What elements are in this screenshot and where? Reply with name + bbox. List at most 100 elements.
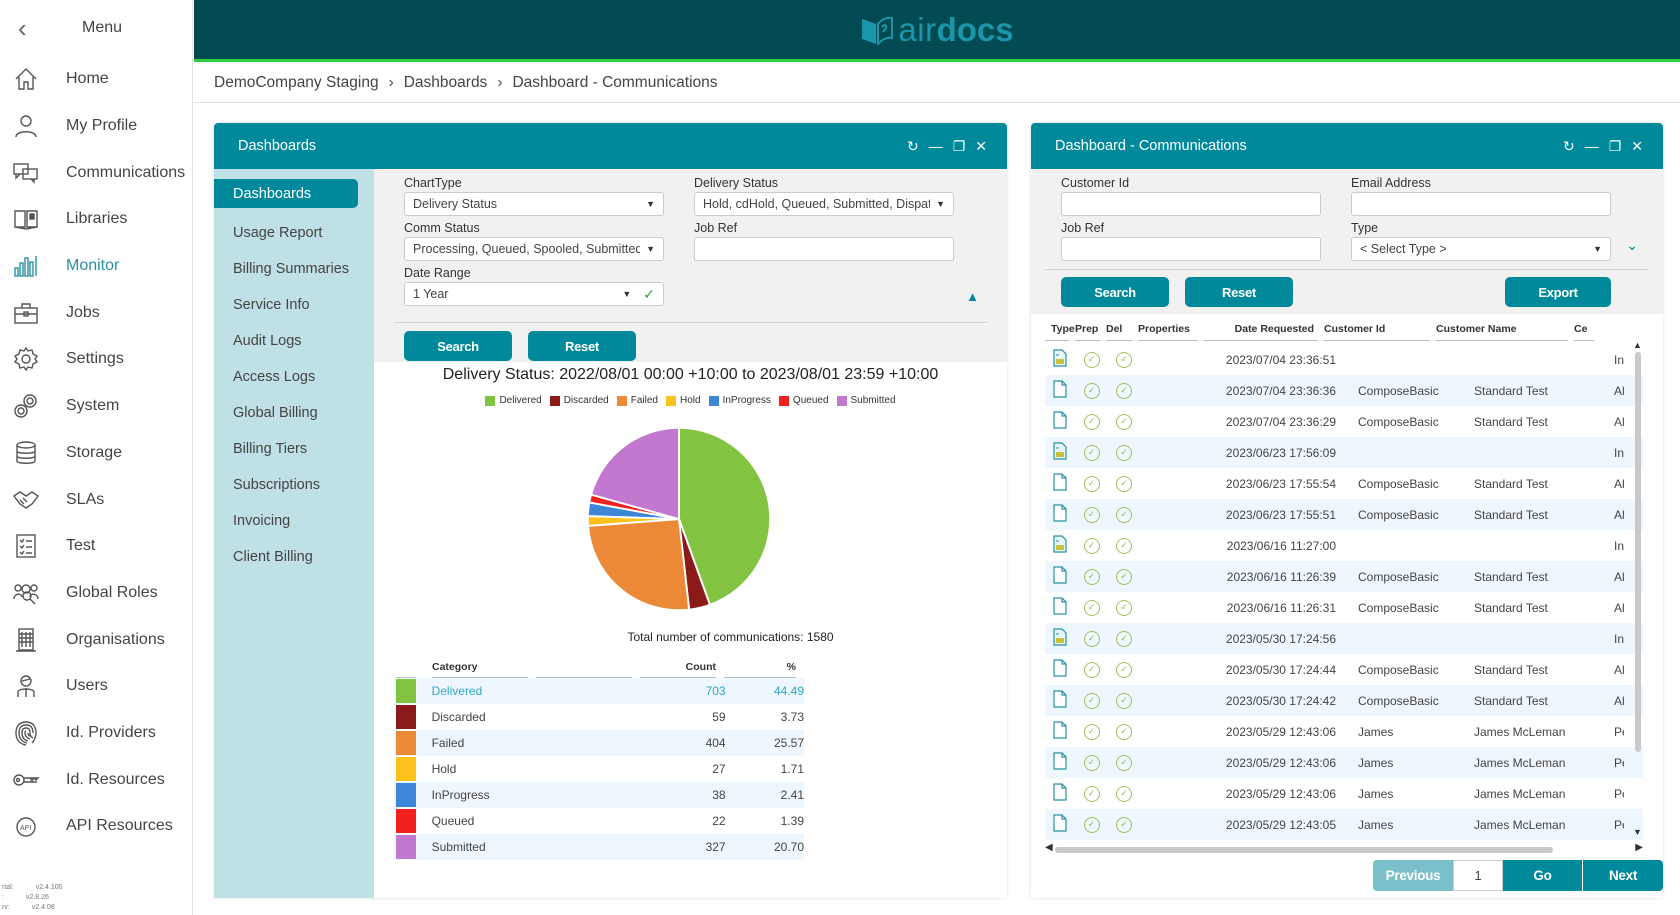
category-row[interactable]: Discarded 59 3.73 xyxy=(394,704,804,730)
legend-item-hold[interactable]: Hold xyxy=(665,395,701,406)
category-row[interactable]: Queued 22 1.39 xyxy=(394,808,804,834)
legend-item-delivered[interactable]: Delivered xyxy=(485,395,542,406)
side-item-invoicing[interactable]: Invoicing xyxy=(214,503,374,539)
nav-item-api-resources[interactable]: API API Resources xyxy=(0,803,192,850)
side-item-client-billing[interactable]: Client Billing xyxy=(214,539,374,575)
grid-row[interactable]: ✓ ✓ 2023/05/29 12:43:06 James James McLe… xyxy=(1045,716,1643,747)
category-row[interactable]: Submitted 327 20.70 xyxy=(394,834,804,860)
category-row[interactable]: InProgress 38 2.41 xyxy=(394,782,804,808)
nav-item-slas[interactable]: SLAs xyxy=(0,476,192,523)
grid-row[interactable]: ✓ ✓ 2023/06/23 17:56:09 In xyxy=(1045,437,1643,468)
delivery-status-select[interactable]: Hold, cdHold, Queued, Submitted, Dispatc… xyxy=(694,192,954,216)
side-item-global-billing[interactable]: Global Billing xyxy=(214,395,374,431)
scroll-left-icon[interactable]: ◀ xyxy=(1045,842,1053,853)
grid-row[interactable]: ✓ ✓ 2023/06/16 11:26:39 ComposeBasic Sta… xyxy=(1045,561,1643,592)
nav-item-my-profile[interactable]: My Profile xyxy=(0,103,192,150)
nav-item-home[interactable]: Home xyxy=(0,56,192,103)
category-row[interactable]: Hold 27 1.71 xyxy=(394,756,804,782)
grid-row[interactable]: ✓ ✓ 2023/05/29 12:43:06 James James McLe… xyxy=(1045,778,1643,809)
legend-item-discarded[interactable]: Discarded xyxy=(549,395,609,406)
breadcrumb-company[interactable]: DemoCompany Staging xyxy=(214,74,379,92)
nav-item-system[interactable]: System xyxy=(0,383,192,430)
grid-row[interactable]: ✓ ✓ 2023/06/16 11:26:31 ComposeBasic Sta… xyxy=(1045,592,1643,623)
grid-row[interactable]: ✓ ✓ 2023/05/30 17:24:42 ComposeBasic Sta… xyxy=(1045,685,1643,716)
grid-row[interactable]: ✓ ✓ 2023/05/29 12:43:05 James James McLe… xyxy=(1045,809,1643,840)
grid-row[interactable]: ✓ ✓ 2023/05/30 17:24:44 ComposeBasic Sta… xyxy=(1045,654,1643,685)
col-partial[interactable]: Ce xyxy=(1574,317,1594,341)
comm-status-select[interactable]: Processing, Queued, Spooled, Submitted, … xyxy=(404,237,664,261)
nav-item-communications[interactable]: Communications xyxy=(0,149,192,196)
collapse-chevron-up-icon[interactable]: ▲ xyxy=(966,289,979,304)
scroll-up-icon[interactable]: ▲ xyxy=(1633,340,1642,350)
grid-row[interactable]: ✓ ✓ 2023/07/04 23:36:36 ComposeBasic Sta… xyxy=(1045,375,1643,406)
grid-row[interactable]: ✓ ✓ 2023/05/30 17:24:56 In xyxy=(1045,623,1643,654)
col-date-requested[interactable]: Date Requested xyxy=(1204,317,1318,341)
side-item-billing-tiers[interactable]: Billing Tiers xyxy=(214,431,374,467)
col-customer-id[interactable]: Customer Id xyxy=(1324,317,1430,341)
nav-item-global-roles[interactable]: Global Roles xyxy=(0,570,192,617)
legend-item-inprogress[interactable]: InProgress xyxy=(708,395,771,406)
scroll-down-icon[interactable]: ▼ xyxy=(1633,827,1642,837)
reset-button[interactable]: Reset xyxy=(1185,277,1293,307)
nav-item-id-providers[interactable]: Id. Providers xyxy=(0,710,192,757)
job-ref-input[interactable] xyxy=(1061,237,1321,261)
horizontal-scroll-thumb[interactable] xyxy=(1055,847,1553,853)
side-item-access-logs[interactable]: Access Logs xyxy=(214,359,374,395)
nav-item-jobs[interactable]: Jobs xyxy=(0,289,192,336)
col-type[interactable]: Type xyxy=(1045,317,1075,341)
minimize-icon[interactable]: — xyxy=(1585,138,1599,154)
type-select[interactable]: < Select Type > ▼ xyxy=(1351,237,1611,261)
side-item-subscriptions[interactable]: Subscriptions xyxy=(214,467,374,503)
side-item-billing-summaries[interactable]: Billing Summaries xyxy=(214,251,374,287)
nav-item-organisations[interactable]: Organisations xyxy=(0,616,192,663)
reset-button[interactable]: Reset xyxy=(528,331,636,361)
go-button[interactable]: Go xyxy=(1503,860,1583,891)
grid-row[interactable]: ✓ ✓ 2023/06/16 11:27:00 In xyxy=(1045,530,1643,561)
legend-item-failed[interactable]: Failed xyxy=(616,395,658,406)
job-ref-input[interactable] xyxy=(694,237,954,261)
nav-item-id-resources[interactable]: Id. Resources xyxy=(0,756,192,803)
date-range-select[interactable]: 1 Year ▼ ✓ xyxy=(404,282,664,306)
search-button[interactable]: Search xyxy=(1061,277,1169,307)
refresh-icon[interactable]: ↻ xyxy=(907,138,919,155)
page-number-input[interactable]: 1 xyxy=(1453,860,1503,891)
grid-row[interactable]: ✓ ✓ 2023/06/23 17:55:54 ComposeBasic Sta… xyxy=(1045,468,1643,499)
vertical-scrollbar[interactable]: ▲ ▼ xyxy=(1633,340,1643,837)
chart-type-select[interactable]: Delivery Status ▼ xyxy=(404,192,664,216)
nav-item-libraries[interactable]: Libraries xyxy=(0,196,192,243)
minimize-icon[interactable]: — xyxy=(929,138,943,154)
customer-id-input[interactable] xyxy=(1061,192,1321,216)
category-row[interactable]: Delivered 703 44.49 xyxy=(394,678,804,704)
legend-item-submitted[interactable]: Submitted xyxy=(836,395,896,406)
nav-item-settings[interactable]: Settings xyxy=(0,336,192,383)
close-icon[interactable]: ✕ xyxy=(975,138,987,155)
email-address-input[interactable] xyxy=(1351,192,1611,216)
nav-item-monitor[interactable]: Monitor xyxy=(0,243,192,290)
grid-row[interactable]: ✓ ✓ 2023/07/04 23:36:51 In xyxy=(1045,344,1643,375)
back-chevron-icon[interactable]: ‹ xyxy=(18,13,46,44)
col-customer-name[interactable]: Customer Name xyxy=(1436,317,1568,341)
horizontal-scrollbar[interactable]: ◀ ▶ xyxy=(1045,842,1643,855)
grid-row[interactable]: ✓ ✓ 2023/05/29 12:43:06 James James McLe… xyxy=(1045,747,1643,778)
nav-item-storage[interactable]: Storage xyxy=(0,430,192,477)
expand-chevron-down-icon[interactable]: ⌄ xyxy=(1626,237,1638,254)
nav-item-users[interactable]: Users xyxy=(0,663,192,710)
nav-item-test[interactable]: Test xyxy=(0,523,192,570)
col-del[interactable]: Del xyxy=(1106,317,1132,341)
col-prep[interactable]: Prep xyxy=(1075,317,1100,341)
maximize-icon[interactable]: ❐ xyxy=(953,138,966,155)
side-item-audit-logs[interactable]: Audit Logs xyxy=(214,323,374,359)
search-button[interactable]: Search xyxy=(404,331,512,361)
grid-row[interactable]: ✓ ✓ 2023/07/04 23:36:29 ComposeBasic Sta… xyxy=(1045,406,1643,437)
scroll-right-icon[interactable]: ▶ xyxy=(1635,842,1643,853)
close-icon[interactable]: ✕ xyxy=(1631,138,1643,155)
export-button[interactable]: Export xyxy=(1505,277,1611,307)
breadcrumb-dashboards[interactable]: Dashboards xyxy=(404,74,488,92)
legend-item-queued[interactable]: Queued xyxy=(778,395,829,406)
side-item-usage-report[interactable]: Usage Report xyxy=(214,215,374,251)
category-row[interactable]: Failed 404 25.57 xyxy=(394,730,804,756)
maximize-icon[interactable]: ❐ xyxy=(1609,138,1622,155)
vertical-scroll-thumb[interactable] xyxy=(1635,352,1641,752)
grid-row[interactable]: ✓ ✓ 2023/06/23 17:55:51 ComposeBasic Sta… xyxy=(1045,499,1643,530)
pie-slice-failed[interactable] xyxy=(587,517,691,612)
